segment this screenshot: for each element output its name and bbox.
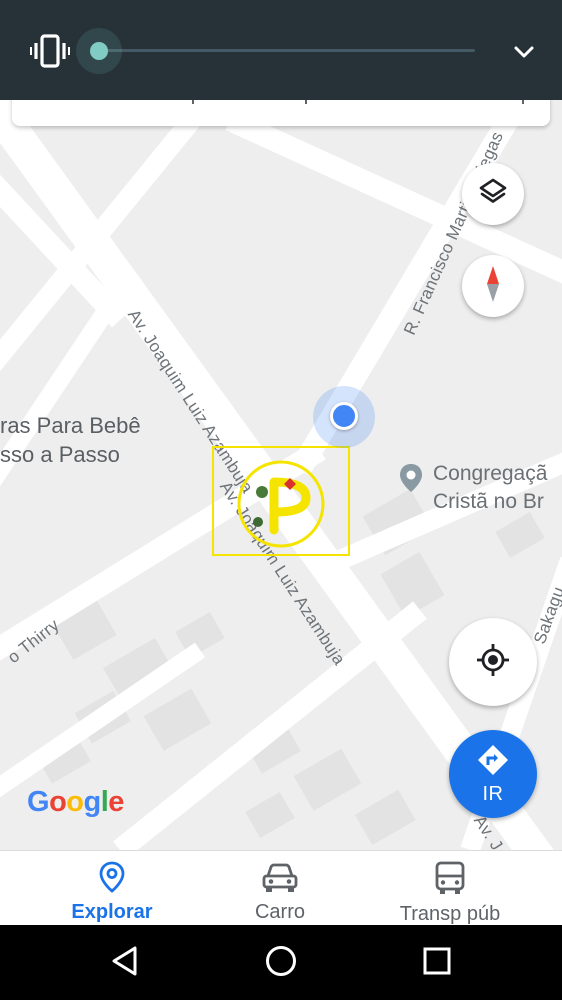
place-label-line: Congregaçã: [433, 462, 548, 485]
bottom-tab-bar: Explorar Carro Transp púb: [0, 850, 562, 925]
place-label-congregacao[interactable]: Congregaçã Cristã no Br: [398, 460, 547, 516]
volume-slider-thumb[interactable]: [90, 42, 108, 60]
tab-label: Carro: [254, 901, 305, 923]
volume-slider-track[interactable]: [99, 49, 475, 52]
map-view[interactable]: Av. Joaquim Luiz Azambuja Av. Joaquim Lu…: [0, 0, 562, 850]
google-logo-letter: g: [83, 786, 102, 818]
system-navigation-bar: [0, 925, 562, 1000]
bus-icon: [434, 851, 466, 900]
google-logo-letter: o: [66, 786, 84, 818]
go-directions-button[interactable]: IR: [449, 730, 537, 818]
compass-icon: [481, 264, 505, 309]
back-button[interactable]: [107, 945, 143, 981]
tab-label: Explorar: [71, 901, 153, 923]
place-label-line: Cristã no Br: [433, 490, 544, 513]
location-pin-icon: [98, 851, 126, 898]
directions-icon: [476, 743, 510, 782]
layers-button[interactable]: [462, 163, 524, 225]
recents-button[interactable]: [419, 945, 455, 981]
tab-label: Transp púb: [399, 903, 501, 925]
back-icon: [110, 945, 140, 982]
vibrate-icon[interactable]: [29, 33, 71, 69]
home-button[interactable]: [263, 945, 299, 981]
current-location-dot[interactable]: [330, 402, 358, 430]
place-label-line: ras Para Bebê: [0, 413, 141, 438]
recents-icon: [422, 946, 452, 981]
google-logo-letter: e: [108, 786, 124, 818]
volume-overlay: [0, 0, 562, 100]
place-label-line: sso a Passo: [0, 442, 120, 467]
compass-button[interactable]: [462, 255, 524, 317]
go-label: IR: [482, 782, 504, 805]
home-icon: [264, 944, 298, 983]
watermark-logo: [212, 446, 350, 556]
chevron-down-icon[interactable]: [510, 38, 538, 66]
google-logo-letter: o: [49, 786, 67, 818]
my-location-icon: [476, 643, 510, 682]
tab-transporte-publico[interactable]: Transp púb: [375, 851, 525, 926]
layers-icon: [478, 177, 508, 212]
place-label-baby-store[interactable]: ras Para Bebê sso a Passo: [0, 411, 141, 469]
google-logo-letter: G: [27, 786, 50, 818]
tab-carro[interactable]: Carro: [210, 851, 350, 926]
google-logo: Google: [27, 786, 124, 819]
car-icon: [261, 851, 299, 898]
tab-explorar[interactable]: Explorar: [42, 851, 182, 926]
my-location-button[interactable]: [449, 618, 537, 706]
